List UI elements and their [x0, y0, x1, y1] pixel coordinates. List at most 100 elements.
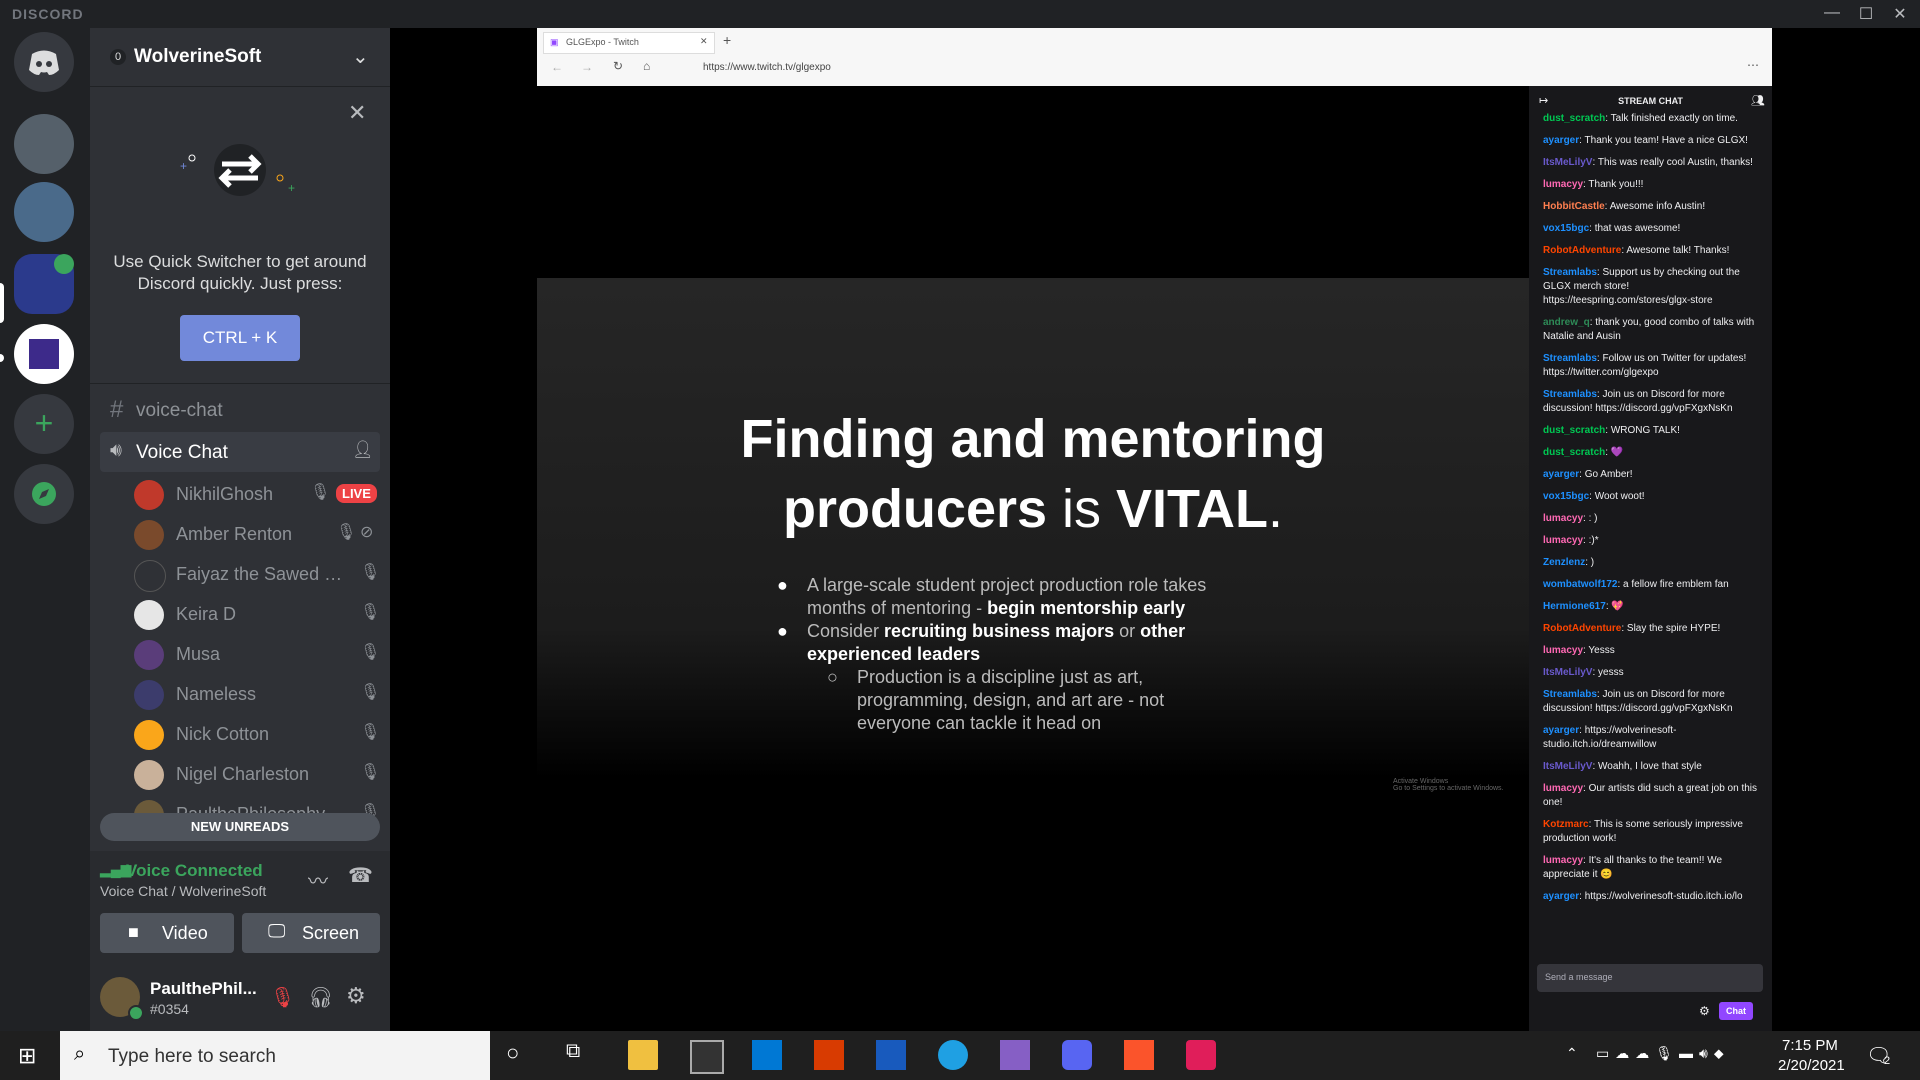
chat-username[interactable]: Streamlabs: [1543, 353, 1597, 364]
tray-overflow-icon[interactable]: ⌃: [1566, 1045, 1578, 1062]
watermark-line-1: Activate Windows: [1393, 778, 1449, 785]
chat-username[interactable]: ItsMeLilyV: [1543, 157, 1592, 168]
user-avatar[interactable]: [100, 977, 144, 1021]
chat-username[interactable]: Zenzlenz: [1543, 557, 1585, 568]
voice-member[interactable]: Keira D 🎙︎: [130, 594, 390, 634]
explore-servers-icon[interactable]: [14, 464, 74, 524]
chat-username[interactable]: andrew_q: [1543, 317, 1590, 328]
chat-username[interactable]: ayarger: [1543, 469, 1579, 480]
browser-menu-icon[interactable]: ⋯: [1747, 58, 1759, 72]
chat-username[interactable]: lumacyy: [1543, 179, 1583, 190]
chat-username[interactable]: HobbitCastle: [1543, 201, 1605, 212]
chat-username[interactable]: Streamlabs: [1543, 389, 1597, 400]
chat-button[interactable]: Chat: [1719, 1002, 1753, 1020]
chat-username[interactable]: ayarger: [1543, 725, 1579, 736]
chat-username[interactable]: dust_scratch: [1543, 425, 1605, 436]
visual-studio-icon[interactable]: [1000, 1040, 1030, 1070]
voice-member[interactable]: Faiyaz the Sawed of... 🎙︎: [130, 554, 390, 594]
home-icon[interactable]: ⌂: [643, 59, 650, 73]
file-explorer-icon[interactable]: [628, 1040, 658, 1070]
server-icon-1[interactable]: [14, 114, 74, 174]
tab-close-icon[interactable]: ✕: [700, 36, 708, 47]
store-icon[interactable]: [690, 1040, 724, 1074]
chat-username[interactable]: vox15bgc: [1543, 491, 1589, 502]
chat-input[interactable]: Send a message: [1537, 964, 1763, 992]
voice-member[interactable]: NikhilGhosh 🎙︎ LIVE: [130, 474, 390, 514]
voice-member[interactable]: Amber Renton 🎙︎ ⊘: [130, 514, 390, 554]
chat-username[interactable]: lumacyy: [1543, 855, 1583, 866]
url-bar[interactable]: https://www.twitch.tv/glgexpo: [703, 62, 831, 73]
browser-tab[interactable]: ▣ GLGExpo - Twitch ✕: [543, 32, 715, 54]
mute-mic-icon[interactable]: 🎙︎: [270, 985, 295, 1010]
edge-icon[interactable]: [938, 1040, 968, 1070]
back-icon[interactable]: ←: [551, 60, 563, 74]
guild-header[interactable]: 0 WolverineSoft ⌄: [90, 28, 390, 87]
chat-username[interactable]: wombatwolf172: [1543, 579, 1617, 590]
tray-icons[interactable]: ▭☁☁🎙︎▬🔊︎⬥: [1596, 1045, 1730, 1062]
channel-voice-chat[interactable]: 🔊︎ Voice Chat 👤︎: [100, 432, 380, 472]
chevron-down-icon[interactable]: ⌄: [352, 44, 369, 69]
task-view-icon[interactable]: ⧉: [566, 1040, 596, 1070]
shortcut-button[interactable]: CTRL + K: [180, 315, 300, 361]
voice-location[interactable]: Voice Chat / WolverineSoft: [100, 883, 266, 899]
mail-icon[interactable]: [752, 1040, 782, 1070]
headphones-icon[interactable]: 🎧︎: [308, 985, 333, 1010]
channel-voice-chat-text[interactable]: # voice-chat: [100, 390, 380, 430]
office-icon[interactable]: [814, 1040, 844, 1070]
chat-settings-icon[interactable]: ⚙: [1699, 1004, 1710, 1018]
refresh-icon[interactable]: ↻: [613, 59, 623, 73]
server-icon-wolverinesoft-voice[interactable]: [14, 254, 74, 314]
invite-user-icon[interactable]: 👤︎: [352, 440, 374, 460]
close-window-icon[interactable]: ✕: [1886, 4, 1914, 24]
chat-username[interactable]: ItsMeLilyV: [1543, 667, 1592, 678]
voice-member[interactable]: Musa 🎙︎: [130, 634, 390, 674]
chat-username[interactable]: ayarger: [1543, 891, 1579, 902]
minimize-icon[interactable]: —: [1818, 4, 1846, 24]
clock-date[interactable]: 2/20/2021: [1778, 1057, 1845, 1074]
brave-icon[interactable]: [1124, 1040, 1154, 1070]
slack-icon[interactable]: [1186, 1040, 1216, 1070]
close-icon[interactable]: ✕: [348, 100, 366, 126]
chat-username[interactable]: Streamlabs: [1543, 267, 1597, 278]
add-server-icon[interactable]: +: [14, 394, 74, 454]
new-tab-icon[interactable]: +: [723, 32, 731, 48]
chat-username[interactable]: lumacyy: [1543, 535, 1583, 546]
noise-suppression-icon[interactable]: 〰: [308, 865, 328, 894]
voice-member[interactable]: Nigel Charleston 🎙︎: [130, 754, 390, 794]
screen-share-button[interactable]: 🖵︎ Screen: [242, 913, 380, 953]
new-unreads-bar[interactable]: NEW UNREADS: [100, 813, 380, 841]
chat-username[interactable]: lumacyy: [1543, 645, 1583, 656]
chat-username[interactable]: dust_scratch: [1543, 113, 1605, 124]
chat-username[interactable]: lumacyy: [1543, 513, 1583, 524]
video-button[interactable]: ■ Video: [100, 913, 234, 953]
windows-start-icon[interactable]: ⊞: [18, 1043, 36, 1069]
voice-status[interactable]: Voice Connected: [126, 861, 263, 881]
chat-username[interactable]: ayarger: [1543, 135, 1579, 146]
users-icon[interactable]: 👥︎: [1751, 94, 1765, 107]
forward-icon[interactable]: →: [581, 60, 593, 74]
chat-username[interactable]: RobotAdventure: [1543, 245, 1621, 256]
chat-username[interactable]: vox15bgc: [1543, 223, 1589, 234]
disconnect-icon[interactable]: ☎︎: [348, 863, 373, 888]
cortana-icon[interactable]: ○: [506, 1040, 536, 1070]
chat-username[interactable]: dust_scratch: [1543, 447, 1605, 458]
maximize-icon[interactable]: ☐: [1852, 4, 1880, 24]
chat-username[interactable]: RobotAdventure: [1543, 623, 1621, 634]
word-icon[interactable]: [876, 1040, 906, 1070]
server-icon-wolverinesoft[interactable]: [14, 324, 74, 384]
chat-username[interactable]: ItsMeLilyV: [1543, 761, 1592, 772]
muted-mic-icon: 🎙︎: [360, 684, 381, 701]
taskbar-search-box[interactable]: ⌕ Type here to search: [60, 1031, 490, 1080]
chat-username[interactable]: Streamlabs: [1543, 689, 1597, 700]
bullet-dot-icon: ●: [777, 575, 788, 595]
voice-member[interactable]: Nick Cotton 🎙︎: [130, 714, 390, 754]
voice-member[interactable]: Nameless 🎙︎: [130, 674, 390, 714]
gear-icon[interactable]: ⚙: [346, 983, 366, 1009]
home-button[interactable]: [14, 32, 74, 92]
chat-username[interactable]: Hermione617: [1543, 601, 1606, 612]
chat-username[interactable]: Kotzmarc: [1543, 819, 1589, 830]
server-icon-2[interactable]: [14, 182, 74, 242]
clock-time[interactable]: 7:15 PM: [1782, 1037, 1838, 1054]
discord-taskbar-icon[interactable]: [1062, 1040, 1092, 1070]
chat-username[interactable]: lumacyy: [1543, 783, 1583, 794]
